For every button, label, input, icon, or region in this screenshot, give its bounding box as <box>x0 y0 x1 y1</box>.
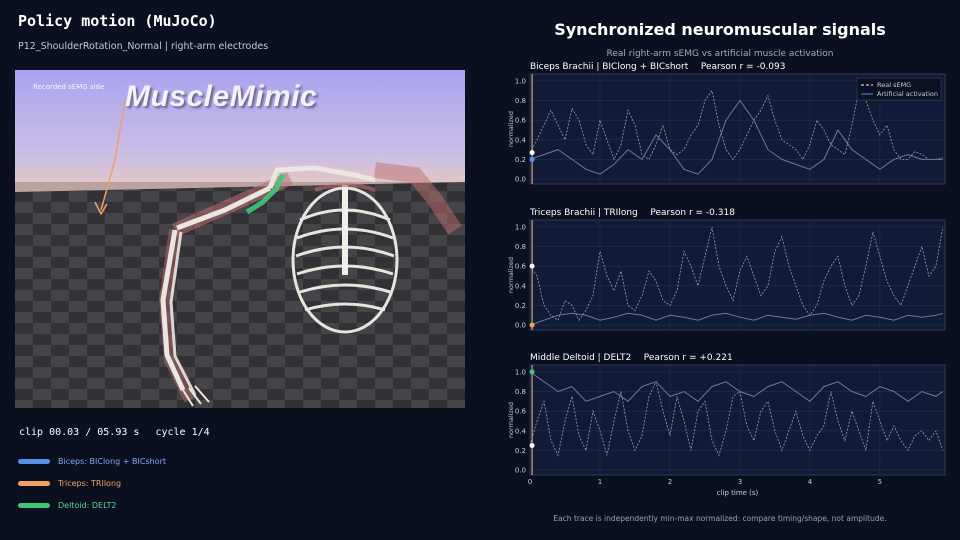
y-tick-label: 0.6 <box>515 117 527 125</box>
x-tick-label: 4 <box>808 478 813 486</box>
y-tick-label: 0.2 <box>515 156 526 164</box>
y-tick-label: 0.0 <box>515 322 526 330</box>
y-tick-label: 0.4 <box>515 136 527 144</box>
plot-area <box>529 219 946 331</box>
cursor-marker-real <box>529 263 535 269</box>
y-tick-label: 0.8 <box>515 97 526 105</box>
y-tick-label: 1.0 <box>515 223 526 231</box>
y-tick-label: 0.6 <box>515 263 527 271</box>
y-tick-label: 0.6 <box>515 408 527 416</box>
legend-label-artificial: Artificial activation <box>877 90 938 98</box>
y-tick-label: 0.2 <box>515 447 526 455</box>
signal-charts: 0.0 0.2 0.4 0.6 0.8 1.0 normalized Real sEMGArt… <box>507 73 946 497</box>
cursor-marker-artificial <box>529 369 535 375</box>
plot-area <box>529 364 946 476</box>
cursor-marker-real <box>529 443 535 449</box>
y-tick-label: 0.4 <box>515 282 527 290</box>
y-tick-label: 0.8 <box>515 388 526 396</box>
x-tick-label: 3 <box>738 478 742 486</box>
y-tick-label: 0.8 <box>515 243 526 251</box>
x-tick-label: 2 <box>668 478 672 486</box>
legend-label-real: Real sEMG <box>877 81 911 89</box>
x-axis-label: clip time (s) <box>717 489 759 497</box>
y-axis-label: normalized <box>507 257 515 293</box>
y-tick-label: 1.0 <box>515 368 526 376</box>
cursor-marker-artificial <box>529 156 535 162</box>
x-tick-label: 5 <box>878 478 882 486</box>
x-tick-label: 1 <box>598 478 602 486</box>
y-tick-label: 0.2 <box>515 302 526 310</box>
cursor-marker-artificial <box>529 322 535 328</box>
y-tick-label: 0.0 <box>515 467 526 475</box>
y-tick-label: 1.0 <box>515 77 526 85</box>
footnote: Each trace is independently min-max norm… <box>553 514 887 523</box>
y-axis-label: normalized <box>507 402 515 438</box>
y-tick-label: 0.4 <box>515 427 527 435</box>
cursor-marker-real <box>529 150 535 156</box>
x-tick-label: 0 <box>528 478 532 486</box>
y-tick-label: 0.0 <box>515 176 526 184</box>
y-axis-label: normalized <box>507 111 515 147</box>
